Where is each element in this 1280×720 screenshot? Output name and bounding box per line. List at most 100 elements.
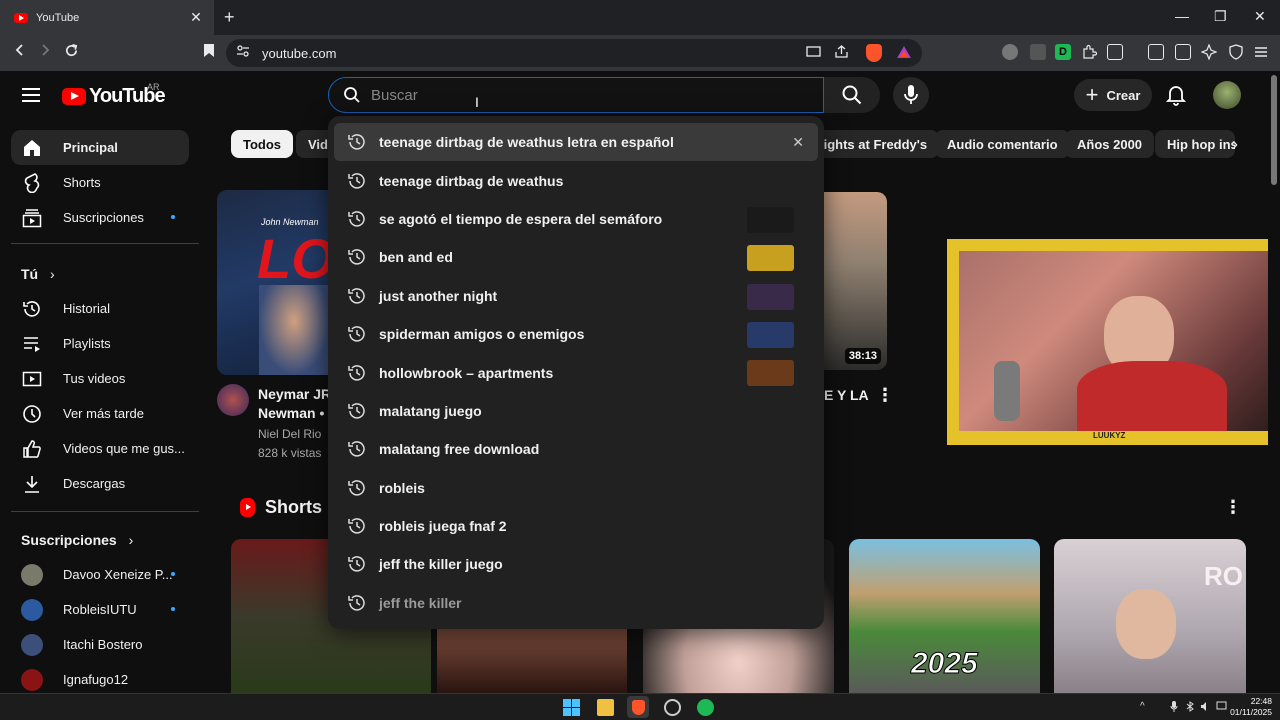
sidebar-item-shorts[interactable]: Shorts (11, 165, 189, 200)
video-thumbnail[interactable]: 38:13 (824, 192, 887, 370)
share-icon[interactable] (834, 45, 850, 64)
sidebar-item-playlists[interactable]: Playlists (11, 326, 189, 361)
sidebar-subscription[interactable]: Ignafugo12 (11, 662, 189, 697)
history-icon (348, 364, 365, 381)
brave-browser-icon[interactable] (627, 696, 649, 718)
sidebar-toggle-icon[interactable] (1148, 44, 1164, 60)
live-stream-thumbnail[interactable]: LUUKYZ (947, 239, 1280, 445)
guide-sidebar: Principal Shorts Suscripciones Tú › Hist… (0, 121, 200, 693)
extension-globe-icon[interactable] (1002, 44, 1018, 60)
search-suggestion[interactable]: se agotó el tiempo de espera del semáfor… (328, 200, 824, 238)
volume-icon[interactable] (1200, 701, 1211, 715)
search-suggestion[interactable]: robleis juega fnaf 2 (328, 507, 824, 545)
video-thumbnail[interactable]: John Newman LO (217, 190, 337, 375)
address-bar[interactable]: youtube.com (226, 39, 922, 67)
chip-scroll-next-icon[interactable]: › (1232, 134, 1238, 155)
search-suggestion[interactable]: just another night (328, 277, 824, 315)
history-icon (348, 479, 365, 496)
chip-todos[interactable]: Todos (231, 130, 294, 158)
site-settings-icon[interactable] (236, 44, 250, 63)
you-section-heading[interactable]: Tú › (21, 266, 55, 282)
tray-overflow-icon[interactable]: ^ (1140, 701, 1145, 712)
video-title-line[interactable]: Neymar JR (258, 385, 331, 404)
network-icon[interactable] (1216, 701, 1227, 715)
sidebar-item-historial[interactable]: Historial (11, 291, 189, 326)
vpn-shield-icon[interactable] (1228, 44, 1244, 60)
search-suggestion[interactable]: malatang juego (328, 392, 824, 430)
sidebar-item-descargas[interactable]: Descargas (11, 466, 189, 501)
search-box[interactable] (328, 77, 824, 113)
tab-close-icon[interactable]: ✕ (188, 9, 204, 26)
sidebar-item-videos-que-me-gustan[interactable]: Videos que me gus... (11, 431, 189, 466)
search-suggestion[interactable]: teenage dirtbag de weathus (328, 161, 824, 199)
windows-start-icon[interactable] (563, 699, 580, 716)
search-suggestion[interactable]: spiderman amigos o enemigos (328, 315, 824, 353)
extension-bars-icon[interactable] (1030, 44, 1046, 60)
notifications-bell-icon[interactable] (1165, 84, 1187, 111)
new-tab-button[interactable]: + (224, 7, 235, 28)
sidebar-item-suscripciones[interactable]: Suscripciones (11, 200, 189, 235)
search-suggestion[interactable]: robleis (328, 469, 824, 507)
shorts-menu-icon[interactable]: ⋮ (1224, 497, 1242, 518)
browser-menu-icon[interactable] (1253, 44, 1269, 60)
search-suggestion[interactable]: jeff the killer (328, 584, 824, 622)
sidebar-subscription[interactable]: Itachi Bostero (11, 627, 189, 662)
short-thumbnail[interactable]: RO (1054, 539, 1246, 693)
sidebar-item-principal[interactable]: Principal (11, 130, 189, 165)
sidebar-subscription[interactable]: RobleisIUTU (11, 592, 189, 627)
voice-search-button[interactable] (893, 77, 929, 113)
chip-audio-comentario[interactable]: Audio comentario (935, 130, 1070, 158)
chip-five-nights-at-freddys[interactable]: lights at Freddy's (808, 130, 940, 158)
sidebar-subscription[interactable]: Davoo Xeneize P... (11, 557, 189, 592)
chip-hip-hop[interactable]: Hip hop inst (1155, 130, 1235, 158)
search-suggestion[interactable]: ben and ed (328, 238, 824, 276)
create-button[interactable]: + Crear (1074, 79, 1152, 111)
brave-shields-icon[interactable] (866, 44, 882, 62)
video-title-line[interactable]: Newman • S (258, 404, 338, 423)
video-menu-icon[interactable]: ⋮ (876, 385, 894, 406)
search-suggestion[interactable]: teenage dirtbag de weathus letra en espa… (334, 123, 818, 162)
chip-anos-2000[interactable]: Años 2000 (1065, 130, 1155, 158)
brave-rewards-icon[interactable] (896, 45, 912, 64)
cast-icon[interactable] (806, 45, 822, 64)
short-thumbnail[interactable]: 2025 (849, 539, 1040, 693)
video-title-line[interactable]: E Y LA (824, 386, 869, 405)
sidebar-item-ver-mas-tarde[interactable]: Ver más tarde (11, 396, 189, 431)
search-button[interactable] (824, 77, 880, 113)
search-input[interactable] (371, 86, 791, 104)
search-suggestion[interactable]: hollowbrook – apartments (328, 353, 824, 391)
reload-icon[interactable] (60, 43, 82, 63)
steam-icon[interactable] (664, 699, 681, 716)
bluetooth-icon[interactable] (1186, 701, 1194, 715)
search-suggestion[interactable]: jeff the killer juego (328, 545, 824, 583)
video-channel-name[interactable]: Niel Del Rio (258, 427, 321, 441)
sidebar-item-tus-videos[interactable]: Tus videos (11, 361, 189, 396)
maximize-button[interactable]: ❐ (1214, 8, 1227, 25)
minimize-button[interactable]: — (1175, 8, 1189, 24)
leo-ai-icon[interactable] (1200, 43, 1218, 61)
back-icon[interactable] (9, 43, 31, 63)
extensions-puzzle-icon[interactable] (1081, 44, 1098, 60)
sidebar-divider (11, 243, 199, 244)
forward-icon[interactable] (34, 43, 56, 63)
screenshot-icon[interactable] (1107, 44, 1123, 60)
extension-d-icon[interactable]: D (1055, 44, 1071, 60)
search-suggestion[interactable]: malatang free download (328, 430, 824, 468)
suggestion-thumbnail (747, 321, 794, 348)
wallet-icon[interactable] (1175, 44, 1191, 60)
system-clock[interactable]: 22:48 01/11/2025 (1230, 696, 1272, 718)
account-avatar[interactable] (1213, 81, 1241, 109)
microphone-tray-icon[interactable] (1170, 701, 1178, 715)
scrollbar-thumb[interactable] (1271, 75, 1277, 185)
guide-menu-icon[interactable] (22, 88, 40, 102)
remove-suggestion-icon[interactable]: ✕ (792, 134, 804, 151)
page-scrollbar[interactable] (1268, 71, 1280, 693)
spotify-icon[interactable] (697, 699, 714, 716)
bookmark-icon[interactable] (198, 43, 220, 63)
subscriptions-section-heading[interactable]: Suscripciones › (21, 532, 133, 548)
channel-avatar[interactable] (217, 384, 249, 416)
close-window-button[interactable]: ✕ (1254, 8, 1266, 25)
browser-tab-youtube[interactable]: YouTube ✕ (0, 0, 214, 35)
file-explorer-icon[interactable] (597, 699, 614, 716)
history-icon (348, 441, 365, 457)
